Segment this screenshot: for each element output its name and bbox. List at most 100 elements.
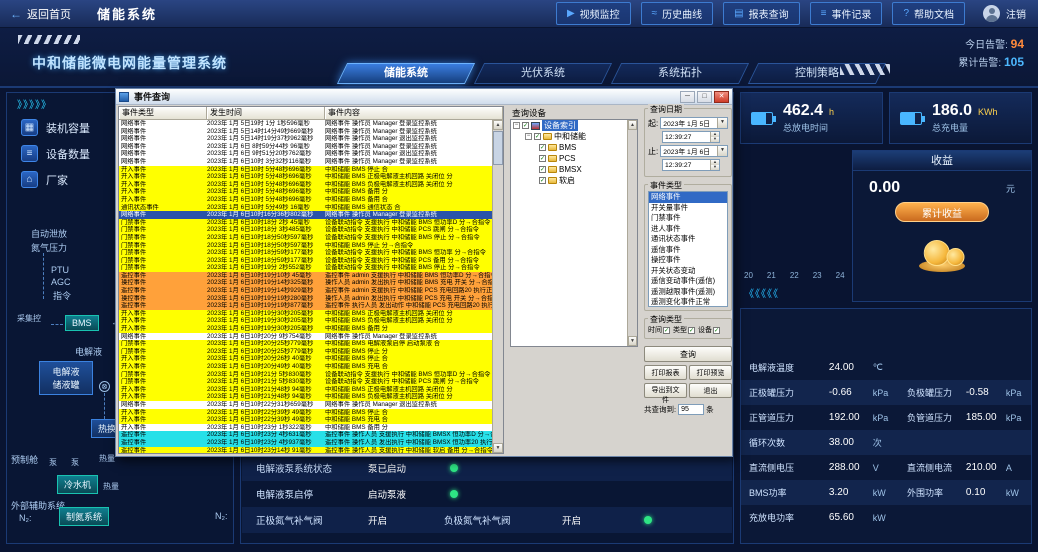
checkbox-icon[interactable] (663, 327, 670, 334)
event-table-row[interactable]: 门禁事件 2023年 1月 6日10时20分25秒779毫秒 中和储能 BMS … (119, 340, 492, 348)
event-table-row[interactable]: 开入事件 2023年 1月 6日10时21分48秒 94毫秒 中和储能 BMS … (119, 386, 492, 394)
tree-expander-icon[interactable]: − (525, 133, 532, 140)
event-table-row[interactable]: 门禁事件 2023年 1月 6日10时18分 2秒 45毫秒 设备联动指令 支援… (119, 219, 492, 227)
event-table-row[interactable]: 开入事件 2023年 1月 6日10时 5分48秒696毫秒 中和储能 BMS … (119, 196, 492, 204)
event-table-row[interactable]: 门禁事件 2023年 1月 6日10时21分 5秒830毫秒 设备联动指令 支援… (119, 371, 492, 379)
to-date-select[interactable]: 2023年 1月 6日 (660, 145, 728, 157)
event-table-scrollbar[interactable]: ▲ ▼ (492, 120, 503, 453)
event-table-row[interactable]: 遥控事件 2023年 1月 6日10时23分 4秒937毫秒 遥控事件 操作人员… (119, 439, 492, 447)
event-type-option[interactable]: 遥测变化事件正常 (649, 297, 727, 307)
column-header-time[interactable]: 发生时间 (207, 107, 325, 120)
tree-checkbox-icon[interactable] (539, 144, 546, 151)
query-type-check[interactable]: 设备 (698, 325, 720, 335)
main-tab[interactable]: 系统拓扑 (611, 63, 749, 84)
event-table-row[interactable]: 开入事件 2023年 1月 6日10时 5分48秒696毫秒 中和储能 BMS … (119, 173, 492, 181)
dropdown-arrow-icon[interactable] (717, 118, 727, 128)
event-type-option[interactable]: 门禁事件 (649, 213, 727, 224)
exit-button[interactable]: 退出 (689, 383, 732, 398)
event-table-row[interactable]: 网络事件 2023年 1月 6日10时22分31秒659毫秒 网络事件 操作员 … (119, 401, 492, 409)
nav-video-button[interactable]: ▶ 视频监控 (556, 2, 631, 25)
print-preview-button[interactable]: 打印预览 (689, 365, 732, 380)
main-tab[interactable]: 储能系统 (337, 63, 475, 84)
logout-button[interactable]: 注销 (983, 5, 1026, 22)
main-tab[interactable]: 光伏系统 (474, 63, 612, 84)
event-table-row[interactable]: 门禁事件 2023年 1月 6日10时18分50秒597毫秒 中和储能 BMS … (119, 242, 492, 250)
column-header-type[interactable]: 事件类型 (119, 107, 207, 120)
maximize-button[interactable]: □ (697, 91, 712, 103)
event-type-option[interactable]: 进人事件 (649, 224, 727, 235)
event-type-option[interactable]: 操控事件 (649, 255, 727, 266)
column-header-content[interactable]: 事件内容 (325, 107, 503, 120)
electrolyte-tank-box[interactable]: 电解液 储液罐 (39, 361, 93, 395)
event-table-row[interactable]: 开入事件 2023年 1月 6日10时19分30秒205毫秒 中和储能 BMS … (119, 325, 492, 333)
event-table-row[interactable]: 开入事件 2023年 1月 6日10时 5分48秒696毫秒 中和储能 BMS … (119, 166, 492, 174)
tree-checkbox-icon[interactable] (534, 133, 541, 140)
nav-history-curve-button[interactable]: ≈ 历史曲线 (641, 2, 714, 25)
accumulated-revenue-button[interactable]: 累计收益 (895, 202, 989, 222)
event-table-row[interactable]: 门禁事件 2023年 1月 6日10时18分59秒177毫秒 设备联动指令 支援… (119, 257, 492, 265)
sidebar-item-devices[interactable]: 设备数量 (21, 145, 90, 162)
event-table-row[interactable]: 网络事件 2023年 1月 5日14时19分37秒962毫秒 网络事件 操作员 … (119, 135, 492, 143)
event-table-row[interactable]: 通讯状态事件 2023年 1月 6日10时 5分49秒 16毫秒 中和储能 BM… (119, 204, 492, 212)
print-report-button[interactable]: 打印报表 (644, 365, 687, 380)
checkbox-icon[interactable] (713, 327, 720, 334)
event-table-row[interactable]: 门禁事件 2023年 1月 6日10时18分 3秒485毫秒 设备联动指令 支援… (119, 226, 492, 234)
event-type-option[interactable]: 通讯状态事件 (649, 234, 727, 245)
nitrogen-system-box[interactable]: 制氮系统 (59, 507, 109, 526)
event-table-row[interactable]: 操控事件 2023年 1月 6日10时19分19秒280毫秒 操作人员 admi… (119, 295, 492, 303)
scroll-up-icon[interactable]: ▲ (493, 120, 503, 130)
sidebar-item-factory[interactable]: 厂家 (21, 171, 68, 188)
spinner-down-icon[interactable] (711, 165, 719, 170)
event-table-row[interactable]: 开入事件 2023年 1月 6日10时 5分48秒696毫秒 中和储能 BMS … (119, 188, 492, 196)
event-table-row[interactable]: 网络事件 2023年 1月 6日10时16分36秒802毫秒 网络事件 操作员 … (119, 211, 492, 219)
event-table-row[interactable]: 门禁事件 2023年 1月 6日10时20分25秒779毫秒 中和储能 BMS … (119, 348, 492, 356)
event-type-option[interactable]: 遥信事件 (649, 245, 727, 256)
event-table-row[interactable]: 开入事件 2023年 1月 6日10时22分39秒 49毫秒 中和储能 BMS … (119, 416, 492, 424)
event-table-row[interactable]: 遥控事件 2023年 1月 6日10时23分14秒 91毫秒 遥控事件 操作人员… (119, 447, 492, 453)
tree-node-root[interactable]: − 设备索引 (511, 120, 637, 131)
event-table-row[interactable]: 开入事件 2023年 1月 6日10时23分 1秒322毫秒 中和储能 BMS … (119, 424, 492, 432)
event-table-row[interactable]: 网络事件 2023年 1月 6日 8时59分44秒 96毫秒 网络事件 操作员 … (119, 143, 492, 151)
nav-help-doc-button[interactable]: ? 帮助文档 (892, 2, 965, 25)
scroll-down-icon[interactable]: ▼ (493, 443, 503, 453)
event-table-row[interactable]: 网络事件 2023年 1月 6日 9时51分20秒762毫秒 网络事件 操作员 … (119, 150, 492, 158)
event-table-row[interactable]: 开入事件 2023年 1月 6日10时20分49秒 40毫秒 中和储能 BMS … (119, 363, 492, 371)
tree-expander-icon[interactable]: − (513, 122, 520, 129)
tree-checkbox-icon[interactable] (539, 177, 546, 184)
event-table-row[interactable]: 门禁事件 2023年 1月 6日10时21分 5秒830毫秒 设备联动指令 支援… (119, 378, 492, 386)
event-type-option[interactable]: 开关量事件 (649, 203, 727, 214)
event-table-row[interactable]: 开入事件 2023年 1月 6日10时22分39秒 49毫秒 中和储能 BMS … (119, 409, 492, 417)
event-table-row[interactable]: 开入事件 2023年 1月 6日10时19分30秒205毫秒 中和储能 BMS … (119, 310, 492, 318)
event-table-row[interactable]: 开入事件 2023年 1月 6日10时 5分48秒696毫秒 中和储能 BMS … (119, 181, 492, 189)
nav-event-record-button[interactable]: ≡ 事件记录 (810, 2, 883, 25)
scroll-thumb[interactable] (493, 131, 503, 165)
device-tree-scrollbar[interactable]: ▲ ▼ (627, 120, 637, 346)
event-type-option[interactable]: 遥测越限事件(遥测) (649, 287, 727, 298)
event-type-option[interactable]: 网络事件 (649, 192, 727, 203)
query-button[interactable]: 查询 (644, 346, 732, 362)
event-table-row[interactable]: 遥控事件 2023年 1月 6日10时19分10秒 45毫秒 遥控事件 admi… (119, 272, 492, 280)
minimize-button[interactable]: ─ (680, 91, 695, 103)
tree-node-device[interactable]: 软启 (511, 175, 637, 186)
chiller-box[interactable]: 冷水机 (57, 475, 98, 494)
event-table-row[interactable]: 网络事件 2023年 1月 5日14时14分49秒669毫秒 网络事件 操作员 … (119, 128, 492, 136)
bms-box[interactable]: BMS (65, 315, 99, 331)
event-type-option[interactable]: 遥信变动事件(遥信) (649, 276, 727, 287)
tree-node-device[interactable]: BMS (511, 142, 637, 153)
event-table-row[interactable]: 遥控事件 2023年 1月 6日10时19分19秒877毫秒 遥控事件 执行人员… (119, 302, 492, 310)
from-time-spinner[interactable]: 12:39:27 (662, 131, 720, 143)
tree-checkbox-icon[interactable] (522, 122, 529, 129)
to-time-spinner[interactable]: 12:39:27 (662, 159, 720, 171)
checkbox-icon[interactable] (688, 327, 695, 334)
event-table-row[interactable]: 网络事件 2023年 1月 6日10时 3分32秒116毫秒 网络事件 操作员 … (119, 158, 492, 166)
event-table-row[interactable]: 门禁事件 2023年 1月 6日10时19分 2秒552毫秒 设备联动指令 支援… (119, 264, 492, 272)
spinner-down-icon[interactable] (711, 137, 719, 142)
event-table-row[interactable]: 遥控事件 2023年 1月 6日10时23分 4秒631毫秒 遥控事件 操作人员… (119, 431, 492, 439)
back-home-button[interactable]: ← 返回首页 (10, 6, 71, 22)
query-type-check[interactable]: 类型 (673, 325, 695, 335)
event-table-row[interactable]: 遥控事件 2023年 1月 6日10时19分14秒929毫秒 遥控事件 admi… (119, 287, 492, 295)
event-table-row[interactable]: 开入事件 2023年 1月 6日10时20分26秒 40毫秒 中和储能 BMS … (119, 355, 492, 363)
close-button[interactable]: ✕ (714, 91, 729, 103)
sidebar-item-capacity[interactable]: 装机容量 (21, 119, 90, 136)
tree-node-device[interactable]: BMSX (511, 164, 637, 175)
